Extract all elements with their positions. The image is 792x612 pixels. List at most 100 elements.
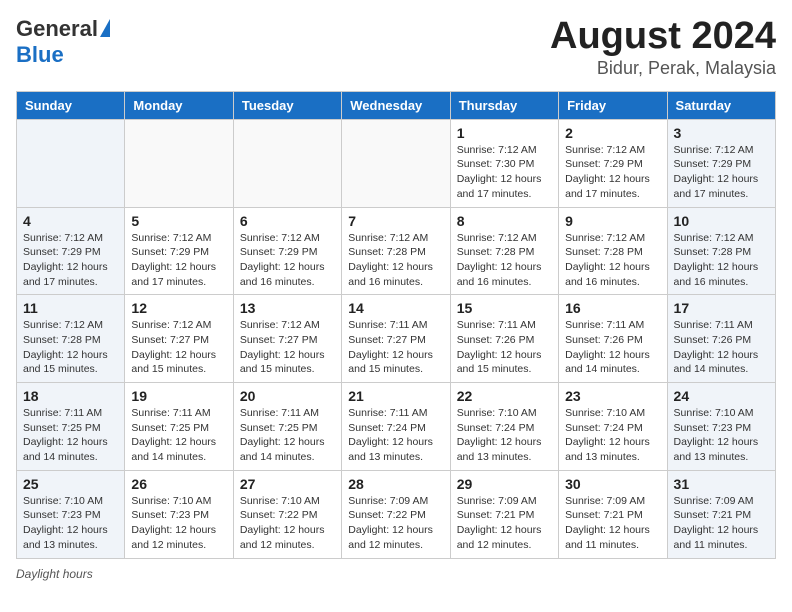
day-info: Sunrise: 7:12 AM Sunset: 7:30 PM Dayligh… bbox=[457, 143, 552, 202]
calendar-day: 5 Sunrise: 7:12 AM Sunset: 7:29 PM Daylig… bbox=[125, 207, 233, 295]
calendar-day: 18 Sunrise: 7:11 AM Sunset: 7:25 PM Dayli… bbox=[17, 383, 125, 471]
day-info: Sunrise: 7:11 AM Sunset: 7:25 PM Dayligh… bbox=[131, 406, 226, 465]
calendar-header-friday: Friday bbox=[559, 91, 667, 119]
day-info: Sunrise: 7:09 AM Sunset: 7:22 PM Dayligh… bbox=[348, 494, 443, 553]
day-info: Sunrise: 7:12 AM Sunset: 7:29 PM Dayligh… bbox=[240, 231, 335, 290]
calendar-day: 8Sunrise: 7:12 AM Sunset: 7:28 PM Daylig… bbox=[450, 207, 558, 295]
day-number: 22 bbox=[457, 388, 552, 404]
calendar-day: 6 Sunrise: 7:12 AM Sunset: 7:29 PM Daylig… bbox=[233, 207, 341, 295]
calendar-day: 16Sunrise: 7:11 AM Sunset: 7:26 PM Dayli… bbox=[559, 295, 667, 383]
calendar-day: 22 Sunrise: 7:10 AM Sunset: 7:24 PM Dayli… bbox=[450, 383, 558, 471]
calendar-day: 24Sunrise: 7:10 AM Sunset: 7:23 PM Dayli… bbox=[667, 383, 775, 471]
day-info: Sunrise: 7:11 AM Sunset: 7:24 PM Dayligh… bbox=[348, 406, 443, 465]
daylight-label: Daylight hours bbox=[16, 567, 93, 581]
day-number: 14 bbox=[348, 300, 443, 316]
day-number: 16 bbox=[565, 300, 660, 316]
calendar-day: 14 Sunrise: 7:11 AM Sunset: 7:27 PM Dayli… bbox=[342, 295, 450, 383]
calendar-day: 15Sunrise: 7:11 AM Sunset: 7:26 PM Dayli… bbox=[450, 295, 558, 383]
calendar-week-2: 4 Sunrise: 7:12 AM Sunset: 7:29 PM Daylig… bbox=[17, 207, 776, 295]
calendar-day: 10Sunrise: 7:12 AM Sunset: 7:28 PM Dayli… bbox=[667, 207, 775, 295]
day-info: Sunrise: 7:12 AM Sunset: 7:28 PM Dayligh… bbox=[565, 231, 660, 290]
calendar-day bbox=[342, 119, 450, 207]
calendar-day: 28 Sunrise: 7:09 AM Sunset: 7:22 PM Dayli… bbox=[342, 470, 450, 558]
calendar-header-monday: Monday bbox=[125, 91, 233, 119]
day-info: Sunrise: 7:12 AM Sunset: 7:29 PM Dayligh… bbox=[565, 143, 660, 202]
calendar-week-1: 1 Sunrise: 7:12 AM Sunset: 7:30 PM Daylig… bbox=[17, 119, 776, 207]
day-info: Sunrise: 7:10 AM Sunset: 7:23 PM Dayligh… bbox=[23, 494, 118, 553]
calendar-header-row: SundayMondayTuesdayWednesdayThursdayFrid… bbox=[17, 91, 776, 119]
day-info: Sunrise: 7:12 AM Sunset: 7:29 PM Dayligh… bbox=[23, 231, 118, 290]
day-info: Sunrise: 7:10 AM Sunset: 7:22 PM Dayligh… bbox=[240, 494, 335, 553]
day-number: 19 bbox=[131, 388, 226, 404]
day-info: Sunrise: 7:11 AM Sunset: 7:27 PM Dayligh… bbox=[348, 318, 443, 377]
day-number: 5 bbox=[131, 213, 226, 229]
day-number: 23 bbox=[565, 388, 660, 404]
day-number: 30 bbox=[565, 476, 660, 492]
day-number: 26 bbox=[131, 476, 226, 492]
page-header: General Blue August 2024 Bidur, Perak, M… bbox=[16, 16, 776, 79]
calendar-day: 27 Sunrise: 7:10 AM Sunset: 7:22 PM Dayli… bbox=[233, 470, 341, 558]
day-number: 4 bbox=[23, 213, 118, 229]
day-info: Sunrise: 7:10 AM Sunset: 7:24 PM Dayligh… bbox=[457, 406, 552, 465]
calendar-day bbox=[233, 119, 341, 207]
day-number: 6 bbox=[240, 213, 335, 229]
day-info: Sunrise: 7:12 AM Sunset: 7:29 PM Dayligh… bbox=[131, 231, 226, 290]
calendar-header-tuesday: Tuesday bbox=[233, 91, 341, 119]
day-info: Sunrise: 7:10 AM Sunset: 7:24 PM Dayligh… bbox=[565, 406, 660, 465]
day-number: 21 bbox=[348, 388, 443, 404]
day-number: 20 bbox=[240, 388, 335, 404]
day-number: 13 bbox=[240, 300, 335, 316]
day-info: Sunrise: 7:11 AM Sunset: 7:26 PM Dayligh… bbox=[674, 318, 769, 377]
day-number: 9 bbox=[565, 213, 660, 229]
day-number: 17 bbox=[674, 300, 769, 316]
day-info: Sunrise: 7:09 AM Sunset: 7:21 PM Dayligh… bbox=[674, 494, 769, 553]
calendar-day: 4 Sunrise: 7:12 AM Sunset: 7:29 PM Daylig… bbox=[17, 207, 125, 295]
day-info: Sunrise: 7:11 AM Sunset: 7:25 PM Dayligh… bbox=[23, 406, 118, 465]
day-number: 27 bbox=[240, 476, 335, 492]
day-info: Sunrise: 7:12 AM Sunset: 7:28 PM Dayligh… bbox=[348, 231, 443, 290]
calendar-header-sunday: Sunday bbox=[17, 91, 125, 119]
calendar-week-3: 11 Sunrise: 7:12 AM Sunset: 7:28 PM Dayli… bbox=[17, 295, 776, 383]
day-number: 3 bbox=[674, 125, 769, 141]
day-number: 24 bbox=[674, 388, 769, 404]
calendar-header-wednesday: Wednesday bbox=[342, 91, 450, 119]
calendar-day: 21 Sunrise: 7:11 AM Sunset: 7:24 PM Dayli… bbox=[342, 383, 450, 471]
calendar-day: 19 Sunrise: 7:11 AM Sunset: 7:25 PM Dayli… bbox=[125, 383, 233, 471]
day-number: 11 bbox=[23, 300, 118, 316]
day-number: 12 bbox=[131, 300, 226, 316]
calendar-day bbox=[125, 119, 233, 207]
day-info: Sunrise: 7:12 AM Sunset: 7:28 PM Dayligh… bbox=[23, 318, 118, 377]
day-info: Sunrise: 7:09 AM Sunset: 7:21 PM Dayligh… bbox=[457, 494, 552, 553]
calendar-day: 9 Sunrise: 7:12 AM Sunset: 7:28 PM Daylig… bbox=[559, 207, 667, 295]
calendar-day: 20Sunrise: 7:11 AM Sunset: 7:25 PM Dayli… bbox=[233, 383, 341, 471]
footer: Daylight hours bbox=[16, 567, 776, 581]
day-info: Sunrise: 7:10 AM Sunset: 7:23 PM Dayligh… bbox=[131, 494, 226, 553]
day-number: 10 bbox=[674, 213, 769, 229]
day-number: 28 bbox=[348, 476, 443, 492]
calendar-week-4: 18 Sunrise: 7:11 AM Sunset: 7:25 PM Dayli… bbox=[17, 383, 776, 471]
logo-general-text: General bbox=[16, 16, 98, 42]
calendar-day: 13Sunrise: 7:12 AM Sunset: 7:27 PM Dayli… bbox=[233, 295, 341, 383]
day-number: 29 bbox=[457, 476, 552, 492]
calendar-day: 25 Sunrise: 7:10 AM Sunset: 7:23 PM Dayli… bbox=[17, 470, 125, 558]
calendar-day bbox=[17, 119, 125, 207]
calendar-day: 23 Sunrise: 7:10 AM Sunset: 7:24 PM Dayli… bbox=[559, 383, 667, 471]
day-number: 25 bbox=[23, 476, 118, 492]
day-number: 31 bbox=[674, 476, 769, 492]
calendar-day: 12 Sunrise: 7:12 AM Sunset: 7:27 PM Dayli… bbox=[125, 295, 233, 383]
calendar-day: 2 Sunrise: 7:12 AM Sunset: 7:29 PM Daylig… bbox=[559, 119, 667, 207]
calendar-day: 17 Sunrise: 7:11 AM Sunset: 7:26 PM Dayli… bbox=[667, 295, 775, 383]
day-number: 15 bbox=[457, 300, 552, 316]
calendar-day: 26 Sunrise: 7:10 AM Sunset: 7:23 PM Dayli… bbox=[125, 470, 233, 558]
day-number: 2 bbox=[565, 125, 660, 141]
day-number: 18 bbox=[23, 388, 118, 404]
day-info: Sunrise: 7:12 AM Sunset: 7:29 PM Dayligh… bbox=[674, 143, 769, 202]
day-number: 1 bbox=[457, 125, 552, 141]
day-info: Sunrise: 7:12 AM Sunset: 7:27 PM Dayligh… bbox=[131, 318, 226, 377]
calendar-table: SundayMondayTuesdayWednesdayThursdayFrid… bbox=[16, 91, 776, 559]
calendar-header-thursday: Thursday bbox=[450, 91, 558, 119]
calendar-day: 1 Sunrise: 7:12 AM Sunset: 7:30 PM Daylig… bbox=[450, 119, 558, 207]
logo-triangle-icon bbox=[100, 19, 110, 37]
location-subtitle: Bidur, Perak, Malaysia bbox=[550, 58, 776, 79]
logo-blue-text: Blue bbox=[16, 42, 64, 68]
